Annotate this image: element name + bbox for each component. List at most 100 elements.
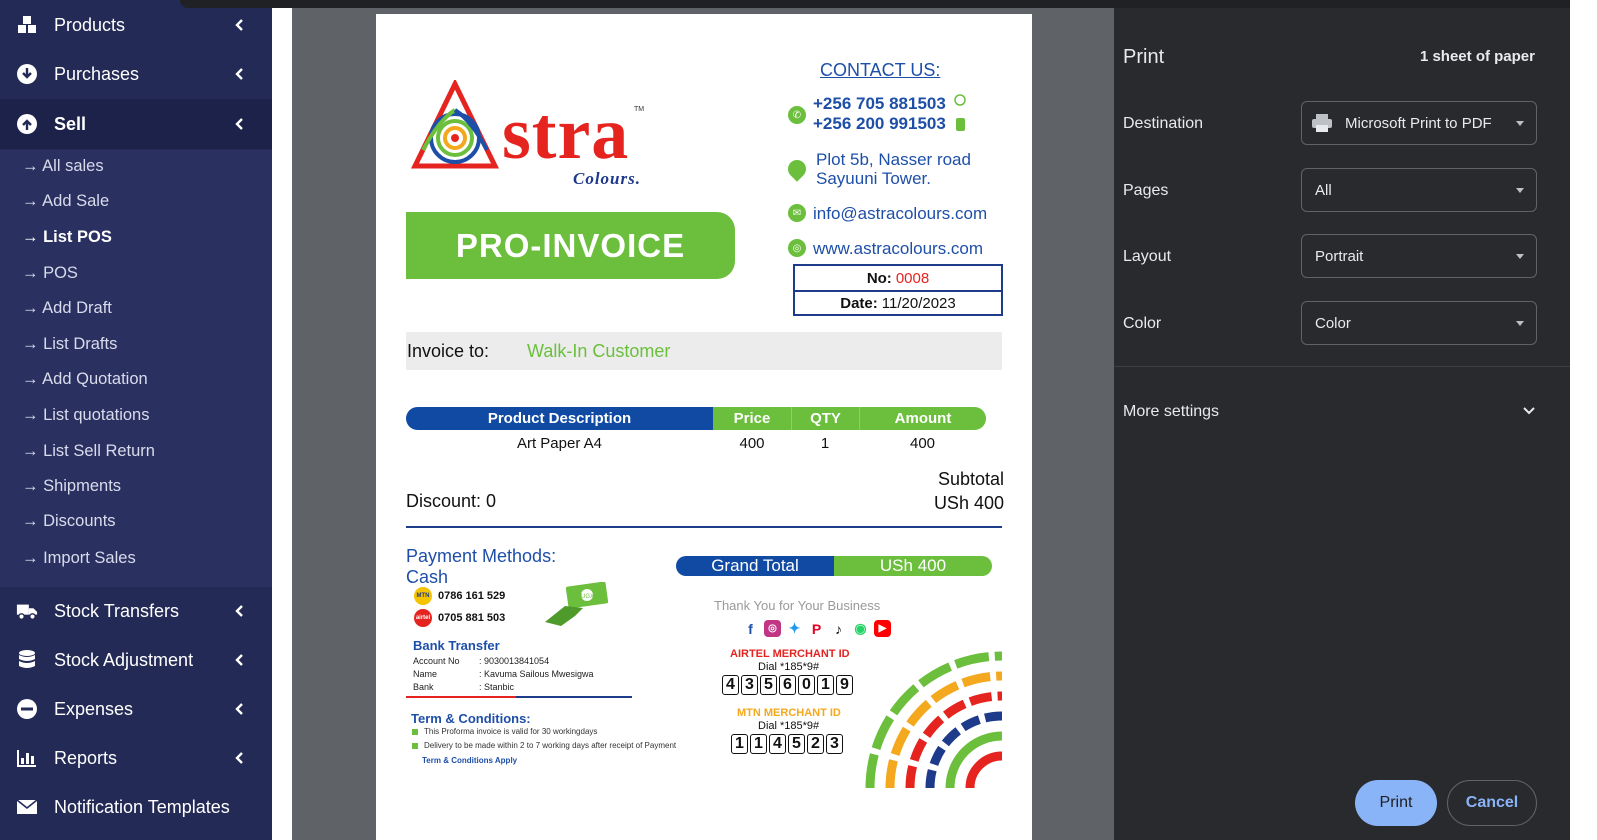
pages-select[interactable]: All <box>1301 168 1537 212</box>
pages-value: All <box>1315 181 1332 199</box>
sidebar-item-label: Stock Transfers <box>54 600 180 621</box>
sidebar-item-sell[interactable]: Sell <box>0 99 272 149</box>
submenu-list-drafts[interactable]: → List Drafts <box>22 335 117 354</box>
submenu-discounts[interactable]: → Discounts <box>22 512 116 531</box>
bank-name-line: Name: Kavuma Sailous Mwesigwa <box>413 669 594 679</box>
sidebar-item-label: Reports <box>54 747 118 768</box>
phone-icon: ✆ <box>788 106 806 124</box>
invoice-to-bar: Invoice to: Walk-In Customer <box>406 332 1002 370</box>
invoice-no-value: 0008 <box>895 269 930 287</box>
chevron-left-icon <box>235 118 243 130</box>
dropdown-caret-icon <box>1516 121 1524 126</box>
sidebar-item-stock-adjustment[interactable]: Stock Adjustment <box>0 635 272 685</box>
terms-apply: Term & Conditions Apply <box>422 756 518 765</box>
layout-label: Layout <box>1123 248 1172 265</box>
terms-title: Term & Conditions: <box>411 711 531 726</box>
submenu-list-quotations[interactable]: → List quotations <box>22 406 150 425</box>
submenu-pos[interactable]: → POS <box>22 264 78 283</box>
tiktok-icon: ♪ <box>830 620 847 637</box>
mtn-payment-row: MTN 0786 161 529 <box>414 587 505 605</box>
twitter-icon: ✦ <box>786 620 803 637</box>
sidebar-item-label: Notification Templates <box>54 796 230 817</box>
terms-item: This Proforma invoice is valid for 30 wo… <box>412 727 597 736</box>
submenu-import-sales[interactable]: → Import Sales <box>22 549 136 568</box>
sidebar-item-label: Purchases <box>54 63 140 84</box>
destination-value: Microsoft Print to PDF <box>1345 114 1492 132</box>
printer-icon <box>1312 114 1332 132</box>
submenu-list-pos[interactable]: → List POS <box>22 228 112 247</box>
contact-website: www.astracolours.com <box>813 239 984 258</box>
boxes-icon <box>16 14 38 36</box>
sidebar-item-reports[interactable]: Reports <box>0 733 272 783</box>
logo-subtitle: Colours. <box>573 169 641 188</box>
color-select[interactable]: Color <box>1301 301 1537 345</box>
sidebar-item-expenses[interactable]: Expenses <box>0 684 272 734</box>
email-icon: ✉ <box>788 204 806 222</box>
facebook-icon: f <box>742 620 759 637</box>
sidebar-item-purchases[interactable]: Purchases <box>0 49 272 99</box>
submenu-add-sale[interactable]: → Add Sale <box>22 192 109 211</box>
whatsapp-icon: ◉ <box>852 620 869 637</box>
social-icons: f ◎ ✦ P ♪ ◉ ▶ <box>742 620 891 637</box>
destination-select[interactable]: Microsoft Print to PDF <box>1301 101 1537 145</box>
chevron-left-icon <box>235 68 243 80</box>
subtotal-block: Subtotal USh 400 <box>934 467 1004 515</box>
chevron-left-icon <box>235 19 243 31</box>
sidebar-item-label: Sell <box>54 113 87 134</box>
whatsapp-icon <box>954 94 966 106</box>
divider <box>406 696 632 698</box>
sidebar-item-label: Stock Adjustment <box>54 649 194 670</box>
sidebar-item-notification-templates[interactable]: Notification Templates <box>0 782 272 832</box>
globe-icon: ◎ <box>788 239 806 257</box>
print-button[interactable]: Print <box>1355 780 1437 826</box>
invoice-to-value: Walk-In Customer <box>527 340 671 361</box>
invoice-page: stra TM Colours. PRO-INVOICE CONTACT US:… <box>376 14 1032 840</box>
location-icon <box>784 156 810 182</box>
airtel-payment-row: airtel 0705 881 503 <box>414 609 505 627</box>
contact-phone-1: +256 705 881503 <box>813 94 946 113</box>
decorative-arcs-graphic <box>865 651 1002 788</box>
submenu-add-quotation[interactable]: → Add Quotation <box>22 370 148 389</box>
sidebar-item-label: Expenses <box>54 698 134 719</box>
youtube-icon: ▶ <box>874 620 891 637</box>
cell-price: 400 <box>739 434 765 452</box>
contact-phone-2: +256 200 991503 <box>813 114 946 133</box>
cancel-button[interactable]: Cancel <box>1447 780 1537 826</box>
discount-text: Discount: 0 <box>406 491 497 511</box>
mtn-logo-icon: MTN <box>414 587 432 605</box>
chevron-down-icon[interactable] <box>1522 404 1536 418</box>
grand-total-value: USh 400 <box>834 556 992 576</box>
payment-methods: Payment Methods: Cash <box>406 546 556 588</box>
bank-bank-line: Bank: Stanbic <box>413 682 515 692</box>
sidebar-item-stock-transfers[interactable]: Stock Transfers <box>0 586 272 636</box>
minus-circle-icon <box>16 698 38 720</box>
logo-wordmark: stra <box>502 93 630 175</box>
submenu-add-draft[interactable]: → Add Draft <box>22 299 112 318</box>
bank-transfer-title: Bank Transfer <box>413 638 500 653</box>
submenu-all-sales[interactable]: → All sales <box>22 157 104 176</box>
layout-select[interactable]: Portrait <box>1301 234 1537 278</box>
col-desc: Product Description <box>406 407 713 430</box>
dropdown-caret-icon <box>1516 321 1524 326</box>
download-circle-icon <box>16 63 38 85</box>
payment-value: Cash <box>406 567 449 587</box>
chevron-left-icon <box>235 703 243 715</box>
color-label: Color <box>1123 315 1162 332</box>
invoice-title: PRO-INVOICE <box>406 212 735 279</box>
grand-total-bar: Grand Total USh 400 <box>676 556 992 576</box>
airtel-merchant-title: AIRTEL MERCHANT ID <box>730 648 850 660</box>
browser-top-bar <box>180 0 1597 8</box>
submenu-shipments[interactable]: → Shipments <box>22 477 121 496</box>
airtel-merchant-digits: 4356019 <box>722 675 853 695</box>
table-header: Product Description Price QTY Amount <box>406 407 986 430</box>
pages-label: Pages <box>1123 182 1169 199</box>
mobile-icon <box>956 118 965 131</box>
divider <box>1114 366 1570 367</box>
more-settings-toggle[interactable]: More settings <box>1123 403 1219 421</box>
bank-account-line: Account No: 9030013841054 <box>413 656 550 666</box>
astra-logo-icon <box>410 80 500 169</box>
payment-title: Payment Methods: <box>406 546 557 566</box>
submenu-list-sell-return[interactable]: → List Sell Return <box>22 442 155 461</box>
invoice-no-label: No: <box>866 269 892 287</box>
right-edge <box>1570 0 1597 840</box>
